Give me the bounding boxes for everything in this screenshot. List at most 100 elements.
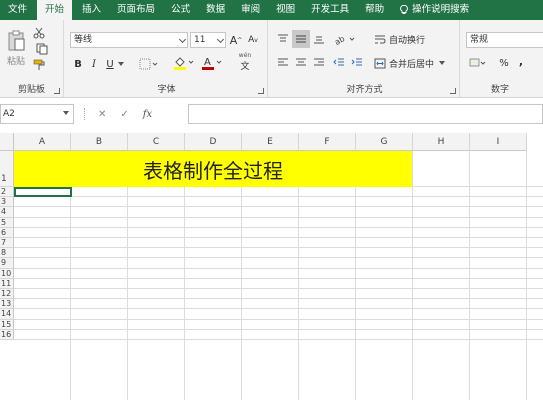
caret-down-icon xyxy=(118,62,124,66)
row-header-7[interactable]: 7 xyxy=(0,238,14,249)
format-painter-button[interactable] xyxy=(32,58,46,72)
tab-help[interactable]: 帮助 xyxy=(357,0,392,20)
tab-view[interactable]: 视图 xyxy=(268,0,303,20)
column-header-b[interactable]: B xyxy=(71,133,128,151)
paint-bucket-icon xyxy=(174,57,194,70)
alignment-group: ab 自动换行 合并后居中 对齐方式 xyxy=(270,20,460,98)
clipboard-icon xyxy=(8,30,25,50)
middle-align-button[interactable] xyxy=(292,30,310,48)
row-header-11[interactable]: 11 xyxy=(0,278,14,289)
row-header-2[interactable]: 2 xyxy=(0,187,14,198)
font-size-select[interactable]: 11 xyxy=(190,32,226,48)
font-size-value: 11 xyxy=(194,35,206,45)
tell-me-search[interactable]: 操作说明搜索 xyxy=(392,0,477,20)
tab-insert[interactable]: 插入 xyxy=(74,0,109,20)
comma-button[interactable]: , xyxy=(516,54,526,68)
name-box[interactable]: A2 xyxy=(0,104,74,124)
column-header-h[interactable]: H xyxy=(413,133,470,151)
insert-function-button[interactable]: fx xyxy=(143,109,152,120)
column-header-f[interactable]: F xyxy=(299,133,356,151)
merge-center-icon xyxy=(374,58,386,68)
paste-button[interactable]: 粘贴 xyxy=(4,26,28,70)
wrap-text-button[interactable]: 自动换行 xyxy=(374,32,444,46)
merged-title-cell[interactable]: 表格制作全过程 xyxy=(14,151,412,187)
align-right-button[interactable] xyxy=(312,56,326,70)
column-header-a[interactable]: A xyxy=(14,133,71,151)
row-header-15[interactable]: 15 xyxy=(0,319,14,330)
italic-button[interactable]: I xyxy=(88,56,100,72)
column-header-c[interactable]: C xyxy=(128,133,185,151)
shrink-font-button[interactable]: Av xyxy=(246,32,260,48)
row-gridline xyxy=(14,308,543,310)
row-header-12[interactable]: 12 xyxy=(0,289,14,300)
lightbulb-icon xyxy=(400,5,408,14)
tab-home[interactable]: 开始 xyxy=(37,0,73,20)
row-header-6[interactable]: 6 xyxy=(0,227,14,238)
copy-button[interactable] xyxy=(32,42,52,56)
row-header-13[interactable]: 13 xyxy=(0,299,14,310)
tab-developer[interactable]: 开发工具 xyxy=(303,0,357,20)
increase-indent-button[interactable] xyxy=(350,56,364,70)
column-header-e[interactable]: E xyxy=(242,133,299,151)
row-gridline xyxy=(14,277,543,279)
clipboard-launcher-icon[interactable] xyxy=(54,88,60,94)
row-header-5[interactable]: 5 xyxy=(0,217,14,228)
orientation-button[interactable]: ab xyxy=(334,30,356,48)
check-icon[interactable]: ✓ xyxy=(120,109,128,120)
column-gridline xyxy=(241,151,242,400)
tab-data[interactable]: 数据 xyxy=(198,0,233,20)
row-header-9[interactable]: 9 xyxy=(0,258,14,269)
column-gridline xyxy=(298,151,299,400)
borders-button[interactable] xyxy=(138,56,160,72)
percent-button[interactable]: % xyxy=(498,56,510,70)
align-center-button[interactable] xyxy=(294,56,308,70)
row-header-10[interactable]: 10 xyxy=(0,268,14,279)
phonetic-button[interactable]: wén 文 xyxy=(232,52,258,72)
ribbon-tab-bar: 文件 开始 插入 页面布局 公式 数据 审阅 视图 开发工具 帮助 操作说明搜索 xyxy=(0,0,543,20)
row-gridline xyxy=(14,237,543,238)
tab-formulas[interactable]: 公式 xyxy=(163,0,198,20)
align-left-button[interactable] xyxy=(276,56,290,70)
underline-button[interactable]: U xyxy=(104,56,116,72)
phonetic-label: wén xyxy=(238,52,252,59)
column-header-g[interactable]: G xyxy=(356,133,413,151)
column-gridline xyxy=(127,151,128,400)
accounting-format-button[interactable] xyxy=(468,56,488,70)
row-header-16[interactable]: 16 xyxy=(0,329,14,340)
row-header-1[interactable]: 1 xyxy=(0,151,14,187)
font-color-button[interactable]: A xyxy=(200,54,224,72)
cut-button[interactable] xyxy=(32,26,46,40)
font-name-select[interactable]: 等线 xyxy=(70,32,188,48)
column-gridline xyxy=(184,151,185,400)
cancel-icon[interactable]: ✕ xyxy=(98,109,106,120)
underline-dropdown[interactable] xyxy=(118,60,124,68)
currency-icon xyxy=(469,58,486,67)
bottom-align-button[interactable] xyxy=(312,32,326,46)
select-all-corner[interactable] xyxy=(0,133,14,151)
fill-color-button[interactable] xyxy=(172,54,196,72)
formula-input[interactable] xyxy=(188,104,543,124)
row-header-4[interactable]: 4 xyxy=(0,207,14,218)
decrease-indent-button[interactable] xyxy=(332,56,346,70)
scissors-icon xyxy=(33,27,45,39)
font-launcher-icon[interactable] xyxy=(258,88,264,94)
number-format-select[interactable]: 常规 xyxy=(466,32,543,48)
row-gridline xyxy=(14,328,543,330)
row-header-14[interactable]: 14 xyxy=(0,309,14,320)
tab-review[interactable]: 审阅 xyxy=(233,0,268,20)
column-header-d[interactable]: D xyxy=(185,133,242,151)
formula-bar: A2 ✕ ✓ fx xyxy=(0,98,543,132)
grow-font-button[interactable]: A ^ xyxy=(229,32,243,48)
top-align-button[interactable] xyxy=(276,32,290,46)
merge-center-button[interactable]: 合并后居中 xyxy=(374,56,454,70)
bold-button[interactable]: B xyxy=(72,56,84,72)
align-middle-icon xyxy=(296,35,306,43)
row-header-8[interactable]: 8 xyxy=(0,248,14,259)
row-gridline xyxy=(14,267,543,269)
tab-page-layout[interactable]: 页面布局 xyxy=(109,0,163,20)
alignment-launcher-icon[interactable] xyxy=(450,88,456,94)
row-header-3[interactable]: 3 xyxy=(0,197,14,208)
column-header-i[interactable]: I xyxy=(470,133,527,151)
tab-file[interactable]: 文件 xyxy=(0,0,35,20)
active-cell-selection[interactable] xyxy=(14,187,72,197)
